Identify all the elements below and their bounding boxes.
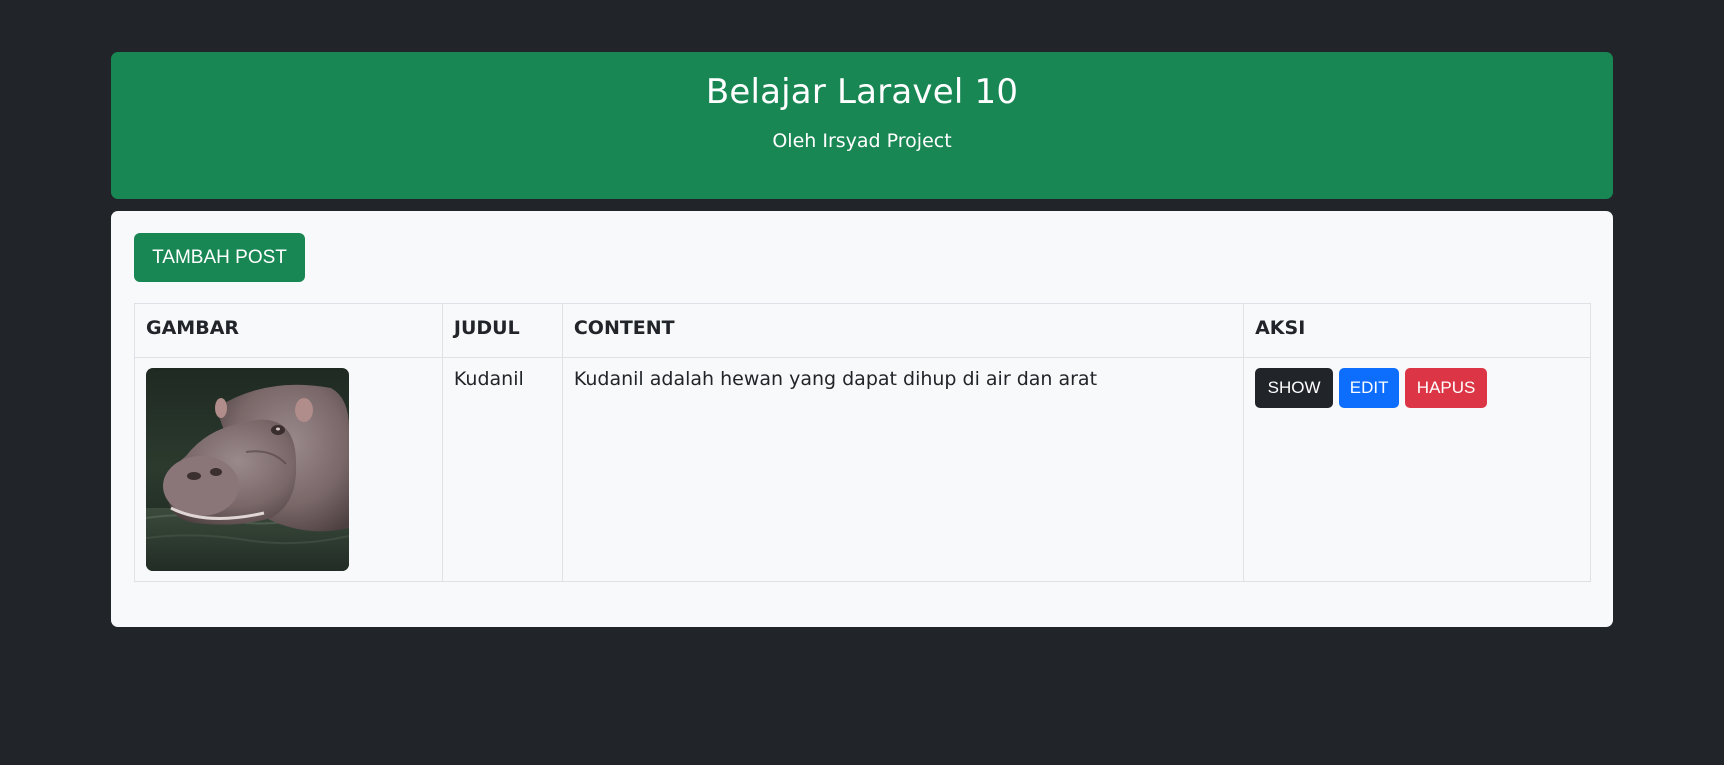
column-header-action: AKSI (1243, 303, 1591, 358)
page-subtitle: Oleh Irsyad Project (772, 130, 952, 152)
delete-button[interactable]: HAPUS (1405, 368, 1488, 408)
table-row: Kudanil Kudanil adalah hewan yang dapat … (134, 357, 1591, 582)
posts-card: TAMBAH POST GAMBAR JUDUL CONTENT AKSI Ku… (111, 211, 1613, 627)
header-banner: Belajar Laravel 10 Oleh Irsyad Project (111, 52, 1613, 199)
cell-title: Kudanil (441, 357, 563, 582)
show-button[interactable]: SHOW (1255, 368, 1334, 408)
cell-image (134, 357, 443, 582)
table-header-row: GAMBAR JUDUL CONTENT AKSI (134, 303, 1591, 358)
hippo-photo (146, 368, 349, 571)
column-header-content: CONTENT (561, 303, 1245, 358)
action-group: SHOW EDIT HAPUS (1255, 368, 1488, 408)
posts-table: GAMBAR JUDUL CONTENT AKSI Kudanil Kudani… (134, 303, 1591, 582)
cell-actions: SHOW EDIT HAPUS (1243, 357, 1591, 582)
edit-button[interactable]: EDIT (1339, 368, 1400, 408)
column-header-title: JUDUL (441, 303, 563, 358)
cell-content: Kudanil adalah hewan yang dapat dihup di… (561, 357, 1245, 582)
page-title: Belajar Laravel 10 (705, 72, 1019, 112)
page: Belajar Laravel 10 Oleh Irsyad Project T… (0, 0, 1724, 765)
column-header-image: GAMBAR (134, 303, 443, 358)
add-post-button[interactable]: TAMBAH POST (134, 233, 305, 282)
